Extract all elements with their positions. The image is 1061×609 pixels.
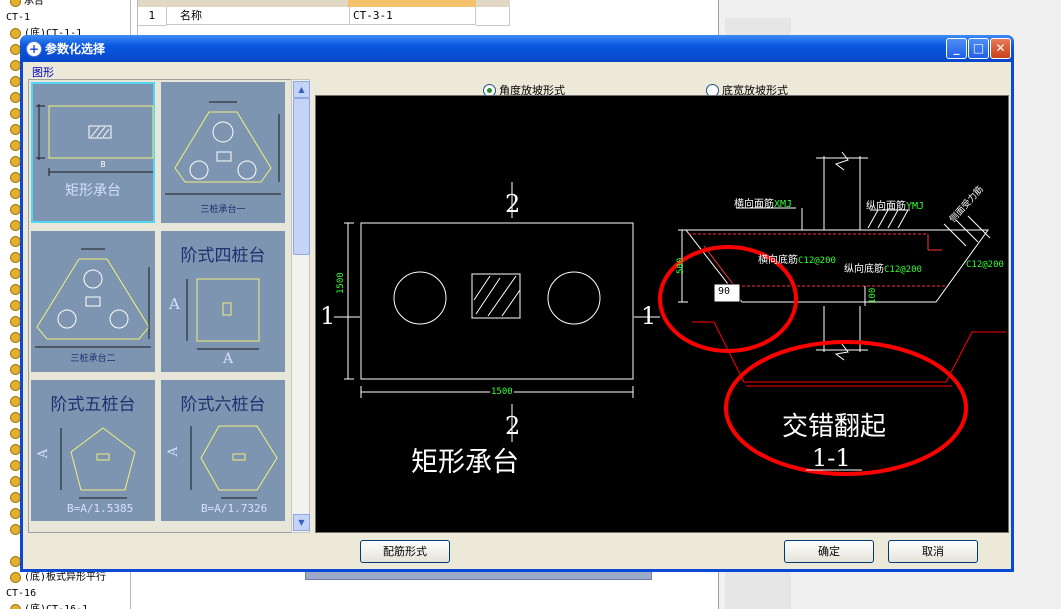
step-six-dim-left: A: [166, 446, 182, 457]
tree-item-label: CT-16: [6, 588, 37, 599]
longitudinal-bottom-bar-label: 纵向底筋C12@200: [844, 260, 922, 275]
thumb-three-pile-1[interactable]: 三桩承台一: [161, 82, 285, 223]
rect-dim-label: B: [100, 160, 106, 169]
rect-thumb-drawing: [36, 104, 154, 176]
thumb-rect[interactable]: B 矩形承台: [31, 82, 155, 223]
plan-section-left-label: 1: [320, 302, 336, 330]
background-property-table: 1 名称 CT-3-1: [137, 0, 510, 40]
ok-button[interactable]: 确定: [784, 540, 874, 563]
tree-item-label: (底)CT-16-1: [24, 604, 88, 609]
minimize-button[interactable]: _: [946, 38, 967, 59]
longitudinal-bottom-bar-code: C12@200: [884, 265, 922, 275]
transverse-bottom-bar-label: 横向底筋C12@200: [758, 251, 836, 266]
side-bar-code: C12@200: [966, 260, 1004, 270]
transverse-top-bar-name: 横向面筋: [734, 199, 774, 210]
staggered-bend-annotation: 交错翻起: [782, 412, 887, 442]
tree-item[interactable]: 承台: [0, 0, 44, 10]
scroll-up-arrow-icon[interactable]: ▲: [293, 81, 310, 98]
tree-item[interactable]: (底)板式异形平行: [0, 570, 106, 586]
parametric-icon: +: [26, 41, 42, 57]
table-row-name: 名称: [166, 7, 350, 25]
dialog-titlebar[interactable]: + 参数化选择 _ □ ✕: [20, 35, 1014, 62]
step-five-formula: B=A/1.5385: [67, 502, 134, 515]
tree-item-label: 承台: [24, 0, 44, 7]
section-name-label: 1-1: [812, 444, 851, 472]
longitudinal-top-bar-label: 纵向面筋YMJ: [866, 197, 924, 212]
rebar-form-button[interactable]: 配筋形式: [360, 540, 450, 563]
shapes-group-label: 图形: [32, 66, 54, 79]
tree-item[interactable]: CT-16: [0, 586, 36, 602]
thumb-step-five[interactable]: 阶式五桩台 A B=A/1.5385: [31, 380, 155, 521]
dialog-client-area: 图形 B 矩形承台 三桩承台一 三桩承台二 阶式四桩台 A A 阶式五桩台 A …: [23, 62, 1011, 569]
transverse-bottom-bar-code: C12@200: [798, 256, 836, 266]
close-button[interactable]: ✕: [990, 38, 1011, 59]
step-five-dim-left: A: [36, 448, 52, 459]
section-angle-value: 90: [718, 286, 731, 297]
plan-section-top-label: 2: [505, 190, 521, 218]
section-height-dim: 500: [676, 257, 686, 274]
thumbnail-scrollbar[interactable]: ▲ ▼: [291, 79, 310, 533]
gear-icon: [10, 571, 21, 583]
thumb-three-pile-2[interactable]: 三桩承台二: [31, 231, 155, 372]
plan-view: [334, 182, 660, 442]
transverse-top-bar-label: 横向面筋XMJ: [734, 195, 792, 210]
step-six-formula: B=A/1.7326: [201, 502, 268, 515]
thumb-rect-caption: 矩形承台: [65, 183, 121, 199]
plan-width-dim: 1500: [490, 387, 514, 397]
tree-item-label: (底)板式异形平行: [24, 572, 107, 583]
transverse-top-bar-code: XMJ: [774, 199, 793, 210]
gear-icon: [10, 603, 21, 609]
longitudinal-bottom-bar-name: 纵向底筋: [844, 264, 884, 275]
plan-section-right-label: 1: [641, 302, 657, 330]
thumb-step-four[interactable]: 阶式四桩台 A A: [161, 231, 285, 372]
parametric-select-dialog: + 参数化选择 _ □ ✕ 图形 B 矩形承台 三桩承台一 三桩承台二 阶式四桩…: [20, 35, 1014, 572]
plan-caption: 矩形承台: [411, 447, 519, 478]
section-bottom-dim: 100: [868, 287, 878, 304]
thumb-three-pile-1-caption: 三桩承台一: [200, 205, 246, 215]
step-four-dim-bottom: A: [223, 351, 234, 367]
gear-icon: [10, 0, 21, 7]
table-row-value[interactable]: CT-3-1: [350, 7, 476, 25]
tree-item[interactable]: (底)CT-16-1: [0, 602, 88, 609]
tree-item[interactable]: CT-1: [0, 10, 30, 26]
table-row-extra: [476, 7, 510, 26]
step-four-dim-left: A: [169, 295, 180, 313]
plan-section-bottom-label: 2: [505, 412, 521, 440]
thumb-step-six[interactable]: 阶式六桩台 A B=A/1.7326: [161, 380, 285, 521]
tree-item-label: CT-1: [6, 12, 31, 23]
scroll-down-arrow-icon[interactable]: ▼: [293, 514, 310, 531]
shape-preview-canvas: 2 2 1 1 1500 1500 矩形承台 横向面筋XMJ 纵向面筋YMJ 侧…: [315, 95, 1009, 533]
longitudinal-top-bar-code: YMJ: [906, 201, 925, 212]
scrollbar-thumb[interactable]: [293, 98, 310, 255]
maximize-button[interactable]: □: [968, 38, 989, 59]
plan-height-dim: 1500: [336, 272, 346, 294]
dialog-title: 参数化选择: [45, 42, 106, 56]
longitudinal-top-bar-name: 纵向面筋: [866, 201, 906, 212]
shape-thumbnail-list: B 矩形承台 三桩承台一 三桩承台二 阶式四桩台 A A 阶式五桩台 A B=A…: [28, 79, 293, 533]
transverse-bottom-bar-name: 横向底筋: [758, 255, 798, 266]
table-header-highlight: [348, 0, 476, 7]
thumb-three-pile-2-caption: 三桩承台二: [70, 354, 116, 364]
cancel-button[interactable]: 取消: [888, 540, 978, 563]
table-row-index: 1: [138, 7, 167, 26]
gear-icon: [10, 27, 21, 39]
